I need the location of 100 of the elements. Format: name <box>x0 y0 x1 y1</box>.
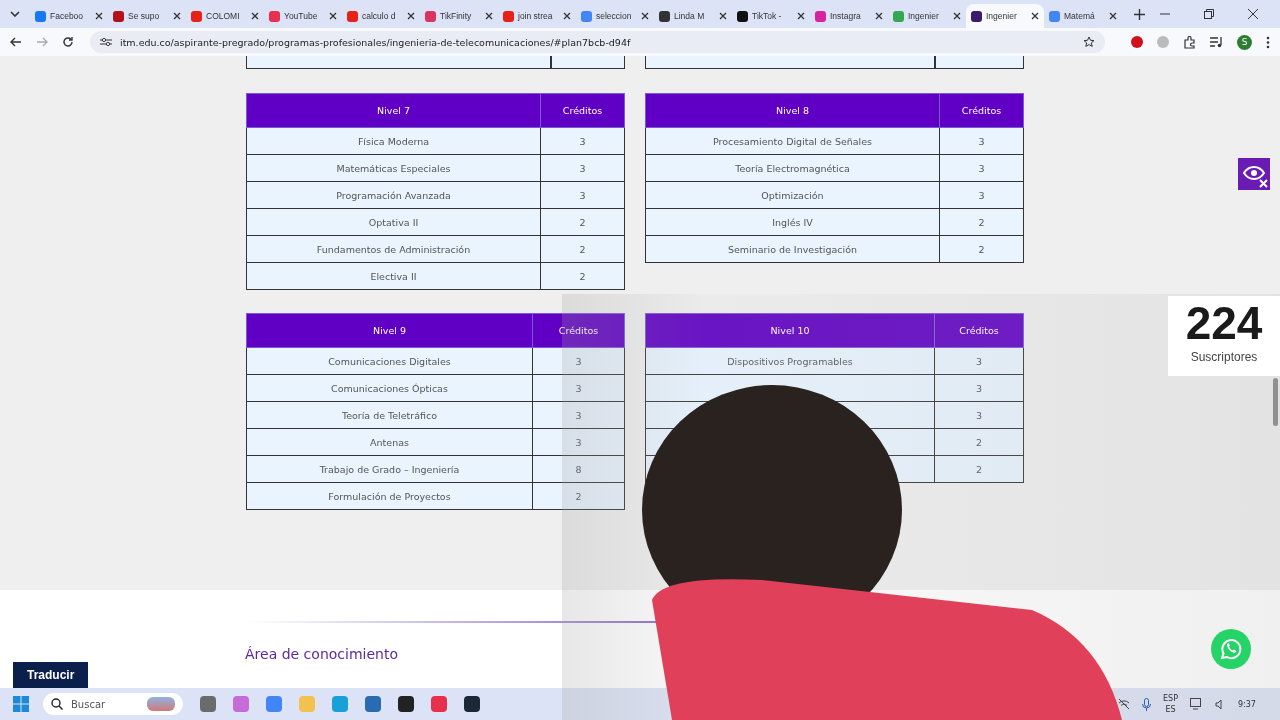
reload-icon[interactable] <box>62 36 74 48</box>
table-cell: Procesamiento Digital de Señales <box>645 127 940 155</box>
section-heading: Área de conocimiento <box>245 646 398 662</box>
table-cell: Programación Avanzada <box>246 181 541 209</box>
more-options-icon[interactable] <box>1266 35 1270 49</box>
media-controls-icon[interactable] <box>1210 36 1223 48</box>
browser-tab[interactable]: Ingenier <box>966 4 1044 28</box>
table-header-cell: Créditos <box>540 93 625 128</box>
taskbar-search-field[interactable]: Buscar <box>43 693 183 715</box>
profile-avatar[interactable]: S <box>1237 34 1252 50</box>
close-tab-icon[interactable] <box>953 12 961 20</box>
table-cell: 3 <box>934 374 1024 402</box>
scrollbar-thumb[interactable] <box>1273 378 1278 426</box>
browser-tab[interactable]: seleccion <box>576 4 654 28</box>
table-cell: 3 <box>540 127 625 155</box>
browser-tab[interactable]: COLOMI <box>186 4 264 28</box>
table-cell: Dispositivos Programables <box>645 347 935 375</box>
close-tab-icon[interactable] <box>485 12 493 20</box>
table-header-cell: Nivel 8 <box>645 93 940 128</box>
table-cell: 3 <box>532 347 625 375</box>
browser-tab[interactable]: Instagra <box>810 4 888 28</box>
table-cell: 3 <box>532 428 625 456</box>
close-tab-icon[interactable] <box>563 12 571 20</box>
taskbar-app-icon[interactable] <box>398 696 414 712</box>
close-tab-icon[interactable] <box>641 12 649 20</box>
accessibility-eye-icon[interactable] <box>1238 158 1270 190</box>
close-tab-icon[interactable] <box>173 12 181 20</box>
monitor-icon[interactable] <box>1189 698 1203 710</box>
table-cell: 2 <box>540 235 625 263</box>
table-cell: 3 <box>532 401 625 429</box>
microphone-icon[interactable] <box>1142 697 1151 711</box>
puzzle-piece-icon[interactable] <box>1183 35 1196 49</box>
close-tab-icon[interactable] <box>719 12 727 20</box>
close-tab-icon[interactable] <box>329 12 337 20</box>
table-header-cell: Nivel 7 <box>246 93 541 128</box>
close-tab-icon[interactable] <box>407 12 415 20</box>
table-cell: 3 <box>540 154 625 182</box>
bookmark-star-icon[interactable] <box>1083 36 1095 48</box>
table-cell: 2 <box>540 208 625 236</box>
close-tab-icon[interactable] <box>1031 12 1039 20</box>
browser-tab[interactable]: TikTok - <box>732 4 810 28</box>
browser-tab[interactable]: calculo d <box>342 4 420 28</box>
translate-button[interactable]: Traducir <box>13 662 89 688</box>
table-cell: 2 <box>532 482 625 510</box>
table-cell: 3 <box>939 127 1024 155</box>
table-cell: Fundamentos de Administración <box>246 235 541 263</box>
table-cell: Optativa II <box>246 208 541 236</box>
table-header-cell: Créditos <box>939 93 1024 128</box>
browser-tab[interactable]: Ingenier <box>888 4 966 28</box>
browser-tab[interactable]: YouTube <box>264 4 342 28</box>
close-icon[interactable] <box>1248 9 1258 19</box>
browser-tab[interactable]: join strea <box>498 4 576 28</box>
table-cell: 3 <box>934 401 1024 429</box>
table-header-cell: Nivel 9 <box>246 313 533 348</box>
table-cell: 2 <box>939 208 1024 236</box>
extension-icon[interactable] <box>1131 36 1143 48</box>
table-cell: Física Moderna <box>246 127 541 155</box>
table-cell: 3 <box>939 181 1024 209</box>
close-tab-icon[interactable] <box>95 12 103 20</box>
table-cell: Formulación de Proyectos <box>246 482 533 510</box>
windows-start-icon[interactable] <box>13 696 29 712</box>
table-cell: Antenas <box>246 428 533 456</box>
taskbar-app-icon[interactable] <box>464 696 480 712</box>
subscriber-counter: 224 Suscriptores <box>1168 296 1280 376</box>
table-cell: Trabajo de Grado – Ingeniería <box>246 455 533 483</box>
table-cell: 3 <box>540 181 625 209</box>
search-icon <box>51 698 63 710</box>
clock-time[interactable]: 9:37 <box>1237 699 1256 709</box>
table-cell: Teoría Electromagnética <box>645 154 940 182</box>
site-settings-icon[interactable] <box>100 37 112 47</box>
table-cell: Optimización <box>645 181 940 209</box>
table-cell: Electiva II <box>246 262 541 290</box>
table-cell: Teoría de Teletráfico <box>246 401 533 429</box>
browser-tab[interactable]: Matemá <box>1044 4 1122 28</box>
address-bar[interactable]: itm.edu.co/aspirante-pregrado/programas-profesionales/ingenieria-de-telecomunicaciones/#plan7bcb-d94f <box>90 31 1105 53</box>
table-header-cell: Créditos <box>532 313 625 348</box>
table-cell: Inglés IV <box>645 208 940 236</box>
table-cell: Comunicaciones Digitales <box>246 347 533 375</box>
back-icon[interactable] <box>10 36 22 48</box>
restore-icon[interactable] <box>1204 9 1214 19</box>
table-cell: 2 <box>939 235 1024 263</box>
tab-list-caret-icon[interactable] <box>10 11 20 17</box>
table-cell: 3 <box>934 347 1024 375</box>
language-indicator[interactable]: ESP <box>1163 693 1178 704</box>
table-cell: Matemáticas Especiales <box>246 154 541 182</box>
table-cell: 2 <box>540 262 625 290</box>
close-tab-icon[interactable] <box>875 12 883 20</box>
close-tab-icon[interactable] <box>797 12 805 20</box>
browser-tab[interactable]: Faceboo <box>30 4 108 28</box>
close-tab-icon[interactable] <box>1109 12 1117 20</box>
browser-tab[interactable]: TikFinity <box>420 4 498 28</box>
close-tab-icon[interactable] <box>251 12 259 20</box>
wifi-off-icon[interactable] <box>1118 698 1130 710</box>
browser-tab[interactable]: Linda M <box>654 4 732 28</box>
table-cell: 2 <box>934 428 1024 456</box>
table-cell: 3 <box>939 154 1024 182</box>
browser-tab[interactable]: Se supo <box>108 4 186 28</box>
keyboard-layout-indicator[interactable]: ES <box>1165 704 1176 715</box>
new-tab-icon[interactable] <box>1134 8 1145 20</box>
table-cell: Comunicaciones Ópticas <box>246 374 533 402</box>
